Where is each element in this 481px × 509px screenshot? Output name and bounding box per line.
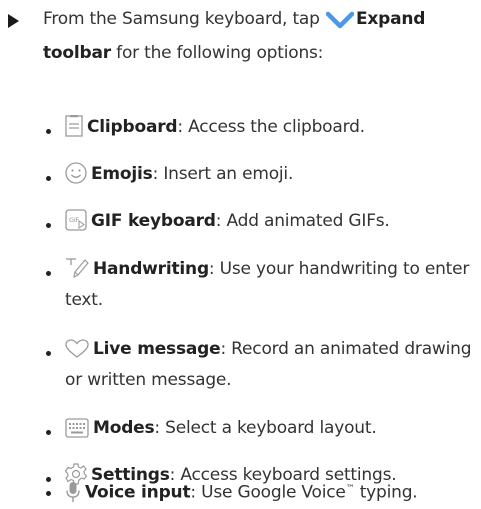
trademark-symbol: ™ (345, 484, 355, 494)
list-item: Live message: Record an animated drawing… (46, 334, 476, 396)
item-label: Handwriting (93, 259, 209, 279)
item-description: : Access the clipboard. (177, 117, 365, 137)
list-item: Emojis: Insert an emoji. (46, 159, 476, 190)
bullet (46, 129, 51, 134)
list-item: Handwriting: Use your handwriting to ent… (46, 254, 476, 316)
handwriting-icon (66, 258, 89, 278)
item-description: : Add animated GIFs. (215, 211, 390, 231)
gif-icon: GIF (65, 209, 87, 231)
keyboard-modes-icon (65, 418, 89, 438)
bullet (46, 491, 51, 496)
list-item: Voice input: Use Google Voice™ typing. (46, 474, 476, 509)
intro-paragraph: From the Samsung keyboard, tap Expand to… (43, 2, 479, 70)
item-description-end: typing. (354, 482, 418, 503)
item-description: : Select a keyboard layout. (154, 418, 377, 438)
list-item: Modes: Select a keyboard layout. (46, 413, 476, 444)
chevron-down-icon (325, 11, 354, 29)
bullet (46, 430, 51, 435)
emoji-icon (65, 162, 87, 184)
options-page: From the Samsung keyboard, tap Expand to… (0, 0, 481, 509)
bullet (46, 351, 51, 356)
clipboard-icon (65, 115, 83, 137)
item-description: : Insert an emoji. (152, 164, 294, 184)
bullet (46, 271, 51, 276)
list-item: Clipboard: Access the clipboard. (46, 112, 476, 143)
svg-text:GIF: GIF (69, 216, 80, 224)
step-arrow-icon (8, 14, 19, 28)
live-message-icon (65, 339, 89, 358)
item-label: Live message (93, 339, 221, 359)
intro-text-before: From the Samsung keyboard, tap (43, 9, 320, 29)
item-label: Emojis (91, 164, 153, 184)
list-item: GIF GIF keyboard: Add animated GIFs. (46, 206, 476, 237)
bullet (46, 223, 51, 228)
item-label: GIF keyboard (91, 211, 216, 231)
microphone-icon (66, 481, 80, 502)
item-label: Voice input (85, 482, 191, 503)
item-label: Clipboard (87, 117, 178, 137)
bullet (46, 176, 51, 181)
item-description: : Use Google Voice (190, 482, 346, 503)
intro-text-after: for the following options: (116, 43, 324, 63)
item-label: Modes (93, 418, 155, 438)
